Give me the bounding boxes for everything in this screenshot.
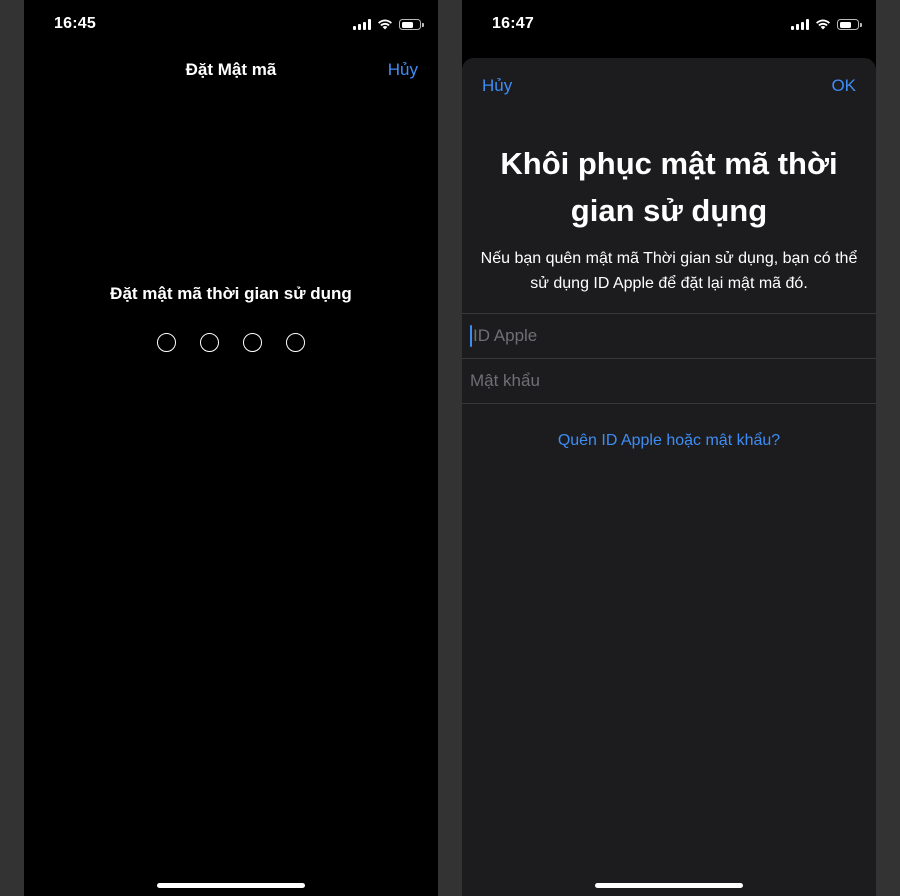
cancel-button[interactable]: Hủy	[482, 76, 512, 96]
password-field[interactable]	[470, 359, 850, 403]
screenshot-stage: 16:45 Đặt Mật mã Hủy Đặt mật mã thời gia…	[0, 0, 900, 896]
status-time: 16:47	[492, 15, 534, 32]
battery-icon	[837, 19, 862, 30]
home-indicator[interactable]	[157, 883, 305, 888]
battery-icon	[399, 19, 424, 30]
cellular-signal-icon	[791, 19, 809, 30]
recovery-sheet: Hủy OK Khôi phục mật mã thời gian sử dụn…	[462, 58, 876, 896]
wifi-icon	[816, 19, 830, 30]
status-icons	[353, 17, 424, 30]
password-row	[462, 359, 876, 404]
status-bar: 16:45	[24, 0, 438, 48]
passcode-entry[interactable]	[157, 333, 305, 352]
passcode-digit-1	[157, 333, 176, 352]
wifi-icon	[378, 19, 392, 30]
phone-recover-passcode: 16:47 Hủy OK Khôi phục mật mã thời gian …	[462, 0, 876, 896]
status-icons	[791, 17, 862, 30]
cellular-signal-icon	[353, 19, 371, 30]
forgot-apple-id-link[interactable]: Quên ID Apple hoặc mật khẩu?	[462, 432, 876, 450]
ok-button[interactable]: OK	[831, 76, 856, 96]
apple-id-field[interactable]	[470, 314, 853, 358]
passcode-digit-2	[200, 333, 219, 352]
status-time: 16:45	[54, 15, 96, 32]
apple-id-row	[462, 314, 876, 359]
credentials-form	[462, 313, 876, 404]
passcode-digit-4	[286, 333, 305, 352]
cancel-button[interactable]: Hủy	[388, 60, 418, 80]
status-bar: 16:47	[462, 0, 876, 48]
sheet-description: Nếu bạn quên mật mã Thời gian sử dụng, b…	[480, 250, 858, 292]
passcode-prompt: Đặt mật mã thời gian sử dụng	[110, 284, 352, 303]
sheet-title: Khôi phục mật mã thời gian sử dụng	[500, 146, 838, 228]
passcode-digit-3	[243, 333, 262, 352]
home-indicator[interactable]	[595, 883, 743, 888]
phone-set-passcode: 16:45 Đặt Mật mã Hủy Đặt mật mã thời gia…	[24, 0, 438, 896]
nav-title: Đặt Mật mã	[185, 60, 277, 79]
